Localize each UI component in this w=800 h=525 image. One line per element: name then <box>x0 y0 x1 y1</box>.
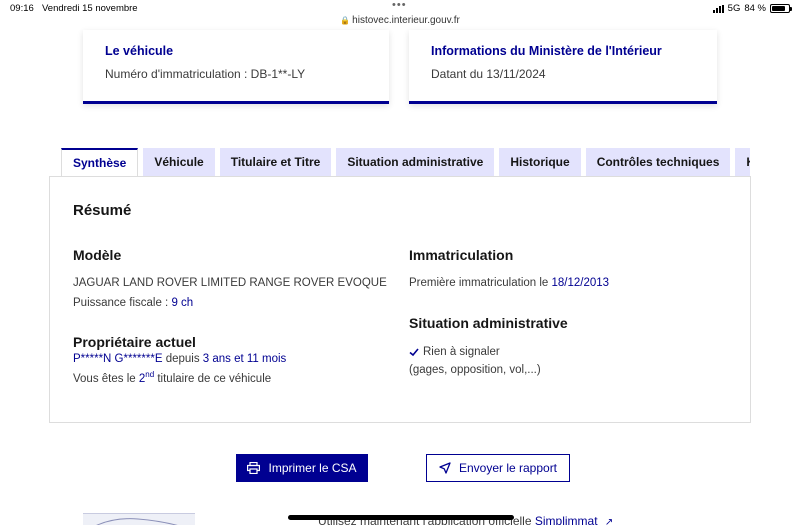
model-name: JAGUAR LAND ROVER LIMITED RANGE ROVER EV… <box>73 277 387 289</box>
lock-icon: 🔒 <box>340 16 351 25</box>
status-bar: 09:16 Vendredi 15 novembre ••• 🔒 histovec… <box>0 0 800 26</box>
battery-label: 84 % <box>744 3 766 14</box>
send-icon <box>439 462 451 474</box>
ministry-card: Informations du Ministère de l'Intérieur… <box>409 30 717 104</box>
tab-controles-techniques[interactable]: Contrôles techniques <box>585 148 731 176</box>
vehicle-card-title: Le véhicule <box>105 44 174 58</box>
simplimmat-link[interactable]: Simplimmat <box>535 514 598 525</box>
print-csa-label: Imprimer le CSA <box>268 461 357 475</box>
tab-bar: Synthèse Véhicule Titulaire et Titre Sit… <box>61 148 750 176</box>
signal-icon <box>712 4 724 13</box>
fiscal-power-value: 9 ch <box>171 297 194 309</box>
send-report-button[interactable]: Envoyer le rapport <box>426 454 570 482</box>
owner-since-label: depuis <box>162 353 203 365</box>
owner-rank-suffix: titulaire de ce véhicule <box>154 372 272 385</box>
more-dots-icon[interactable]: ••• <box>392 0 407 11</box>
network-label: 5G <box>727 3 741 14</box>
clock: 09:16 <box>10 3 34 14</box>
owner-rank-prefix: Vous êtes le <box>73 372 139 385</box>
first-registration-label: Première immatriculation le <box>409 277 552 289</box>
registration-heading: Immatriculation <box>409 247 514 263</box>
tab-synthese[interactable]: Synthèse <box>61 148 139 176</box>
admin-detail: (gages, opposition, vol,...) <box>409 364 541 376</box>
battery-icon <box>770 4 792 13</box>
fiscal-power: Puissance fiscale : 9 ch <box>73 297 193 309</box>
battery-fill <box>772 6 786 11</box>
ministry-card-title: Informations du Ministère de l'Intérieur <box>431 44 662 58</box>
external-link-icon[interactable]: ↗ <box>605 517 613 525</box>
status-indicators: 5G 84 % <box>712 3 792 14</box>
first-registration-date: 18/12/2013 <box>551 277 610 289</box>
date: Vendredi 15 novembre <box>42 3 138 14</box>
owner-line: P*****N G*******E depuis 3 ans et 11 moi… <box>73 353 286 365</box>
tab-historique[interactable]: Historique <box>499 148 581 176</box>
tab-vehicule[interactable]: Véhicule <box>143 148 215 176</box>
print-csa-button[interactable]: Imprimer le CSA <box>236 454 368 482</box>
data-date: Datant du 13/11/2024 <box>431 67 546 81</box>
home-indicator[interactable] <box>288 515 514 520</box>
vehicle-card: Le véhicule Numéro d'immatriculation : D… <box>83 30 389 104</box>
app-promo-image <box>83 513 195 525</box>
model-heading: Modèle <box>73 247 122 263</box>
owner-heading: Propriétaire actuel <box>73 334 196 350</box>
send-report-label: Envoyer le rapport <box>458 461 558 475</box>
admin-status: Rien à signaler <box>409 346 500 358</box>
tab-situation-administrative[interactable]: Situation administrative <box>336 148 495 176</box>
summary-panel: Résumé Modèle JAGUAR LAND ROVER LIMITED … <box>49 176 751 423</box>
tab-titulaire-et-titre[interactable]: Titulaire et Titre <box>219 148 332 176</box>
url-text: histovec.interieur.gouv.fr <box>352 15 460 26</box>
tab-kilometrage[interactable]: Kilométrage <box>735 148 750 176</box>
admin-heading: Situation administrative <box>409 315 568 331</box>
check-icon <box>409 348 419 357</box>
owner-name: P*****N G*******E <box>73 353 163 365</box>
printer-icon <box>247 462 261 474</box>
address-bar[interactable]: 🔒 histovec.interieur.gouv.fr <box>0 15 800 26</box>
owner-rank-sup: nd <box>145 370 155 379</box>
summary-title: Résumé <box>73 202 132 219</box>
first-registration: Première immatriculation le 18/12/2013 <box>409 277 609 289</box>
admin-status-text: Rien à signaler <box>423 346 500 358</box>
registration-number: Numéro d'immatriculation : DB-1**-LY <box>105 67 306 81</box>
fiscal-power-label: Puissance fiscale : <box>73 297 172 309</box>
owner-rank: Vous êtes le 2nd titulaire de ce véhicul… <box>73 370 271 385</box>
owner-since-value: 3 ans et 11 mois <box>202 353 287 365</box>
